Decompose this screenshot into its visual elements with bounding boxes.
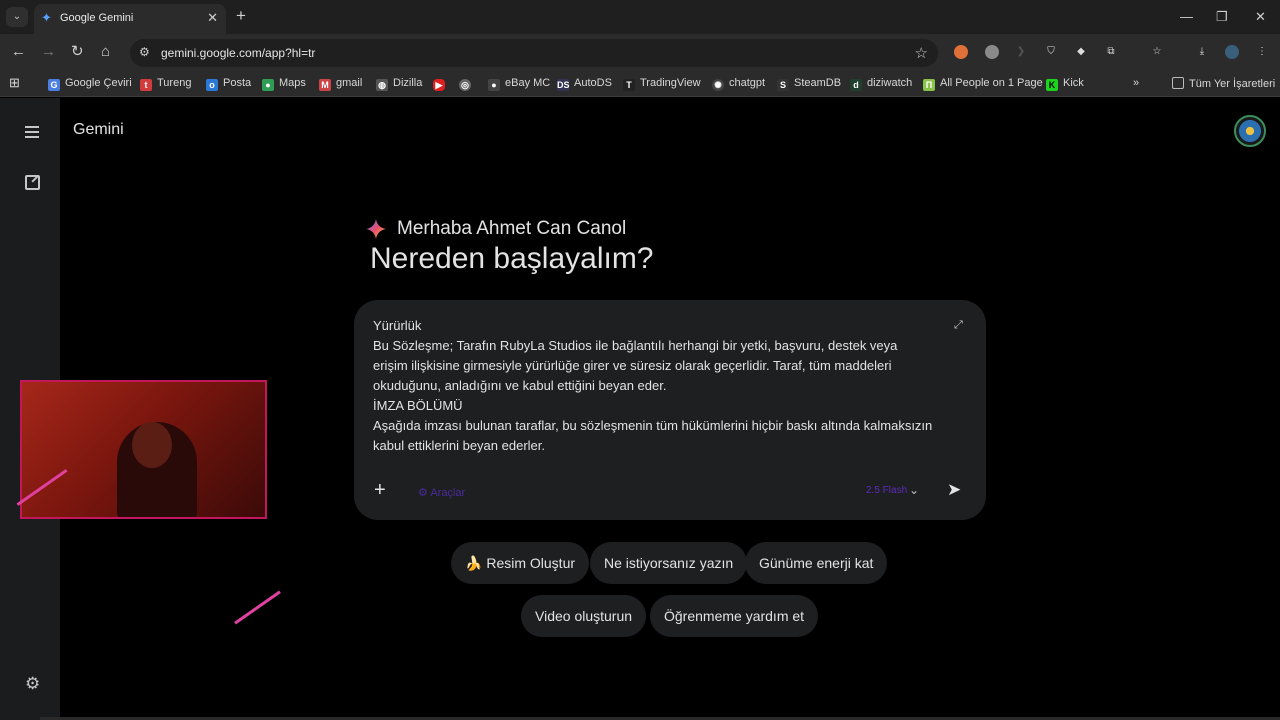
bookmark-item[interactable]: ✺ chatgpt <box>712 77 765 91</box>
suggestion-chip[interactable]: Video oluşturun <box>521 595 647 637</box>
extension-icon[interactable] <box>954 45 968 59</box>
close-tab-icon[interactable]: ✕ <box>207 10 218 26</box>
bookmark-item[interactable]: Π All People on 1 Page <box>923 77 1043 91</box>
puzzle-icon[interactable]: ⧉ <box>1104 45 1118 59</box>
prompt-line: Aşağıda imzası bulunan taraflar, bu sözl… <box>373 418 936 453</box>
home-button[interactable]: ⌂ <box>101 43 110 61</box>
bookmark-item[interactable]: S SteamDB <box>777 77 841 91</box>
more-bookmarks-icon[interactable]: » <box>1133 77 1139 89</box>
prompt-input[interactable]: Yürürlük Bu Sözleşme; Tarafın RubyLa Stu… <box>373 316 933 456</box>
all-bookmarks-folder[interactable]: Tüm Yer İşaretleri <box>1172 77 1275 90</box>
tab-search-button[interactable]: ⌄ <box>6 7 28 27</box>
tab-bar: ⌄ ✦ Google Gemini ✕ + — ❐ ✕ <box>0 0 1280 34</box>
suggestion-chip-image[interactable]: 🍌 Resim Oluştur <box>451 542 590 584</box>
tab-title: Google Gemini <box>60 12 134 24</box>
tools-button[interactable]: ⚙ Araçlar <box>418 486 465 499</box>
prompt-line: Bu Sözleşme; Tarafın RubyLa Studios ile … <box>373 338 902 393</box>
bookmark-icon[interactable]: ◎ <box>459 77 476 91</box>
browser-toolbar: ← → ↻ ⌂ ⚙ gemini.google.com/app?hl=tr ☆ … <box>0 34 1280 71</box>
send-icon[interactable]: ➤ <box>947 480 961 500</box>
profile-icon[interactable] <box>1225 45 1239 59</box>
minimize-window-button[interactable]: — <box>1180 9 1193 24</box>
app-title[interactable]: Gemini <box>73 121 124 139</box>
site-info-icon[interactable]: ⚙ <box>139 45 150 59</box>
bookmark-item[interactable]: K Kick <box>1046 77 1084 91</box>
tab-gemini[interactable]: ✦ Google Gemini ✕ <box>34 4 226 34</box>
bookmark-item[interactable]: d diziwatch <box>850 77 912 91</box>
bookmark-star-icon[interactable]: ☆ <box>915 44 928 62</box>
bookmark-item[interactable]: t Tureng <box>140 77 191 91</box>
download-icon[interactable]: ⤓ <box>1195 45 1209 59</box>
more-menu-icon[interactable]: ⋮ <box>1255 45 1269 59</box>
bookmarks-icon[interactable]: ☆ <box>1150 45 1164 59</box>
extension-arrow-icon[interactable]: ❯ <box>1014 45 1028 59</box>
bookmark-item[interactable]: DS AutoDS <box>557 77 612 91</box>
url-text: gemini.google.com/app?hl=tr <box>161 46 316 60</box>
suggestion-chip[interactable]: Günüme enerji kat <box>745 542 888 584</box>
address-bar[interactable]: ⚙ gemini.google.com/app?hl=tr ☆ <box>130 39 938 67</box>
gemini-sparkle-icon: ✦ <box>41 10 52 25</box>
bookmark-item[interactable]: ● Maps <box>262 77 306 91</box>
bookmark-item[interactable]: T TradingView <box>623 77 701 91</box>
close-window-button[interactable]: ✕ <box>1255 9 1266 25</box>
new-tab-button[interactable]: + <box>236 7 246 25</box>
bookmark-item[interactable]: Mgmail <box>319 77 362 91</box>
greeting: Merhaba Ahmet Can Canol <box>397 218 627 239</box>
reload-button[interactable]: ↻ <box>71 43 84 61</box>
apps-icon[interactable]: ⊞ <box>9 75 20 91</box>
add-attachment-button[interactable]: + <box>374 480 386 500</box>
page-title: Nereden başlayalım? <box>370 242 654 275</box>
avatar[interactable] <box>1234 115 1266 147</box>
suggestion-chip[interactable]: Öğrenmeme yardım et <box>650 595 819 637</box>
forward-button[interactable]: → <box>41 43 56 61</box>
prompt-line: İMZA BÖLÜMÜ <box>373 398 463 413</box>
prompt-line: Yürürlük <box>373 318 422 333</box>
banana-icon: 🍌 <box>465 555 483 571</box>
bookmark-item[interactable]: G Google Çeviri <box>48 77 132 91</box>
extension-icon[interactable]: ◆ <box>1074 45 1088 59</box>
shield-icon[interactable]: ⛉ <box>1044 45 1058 59</box>
menu-icon[interactable] <box>25 126 39 138</box>
extension-icon[interactable] <box>985 45 999 59</box>
suggestion-chip[interactable]: Ne istiyorsanız yazın <box>590 542 748 584</box>
bookmarks-bar: ⊞ G Google Çeviri t Tureng o Posta ● Maps Mg… <box>0 71 1280 97</box>
chevron-down-icon[interactable]: ⌄ <box>909 483 919 497</box>
bookmark-item[interactable]: o Posta <box>206 77 251 91</box>
restore-window-button[interactable]: ❐ <box>1216 9 1228 25</box>
youtube-icon[interactable]: ▶ <box>433 77 450 91</box>
bookmark-item[interactable]: ● eBay MC <box>488 77 550 91</box>
gemini-sparkle-icon <box>366 219 386 239</box>
prompt-box[interactable]: Yürürlük Bu Sözleşme; Tarafın RubyLa Stu… <box>354 300 986 520</box>
expand-icon[interactable]: ⤢ <box>954 320 965 331</box>
person-head <box>132 422 172 468</box>
model-selector[interactable]: 2.5 Flash <box>866 485 907 496</box>
back-button[interactable]: ← <box>11 43 26 61</box>
webcam-overlay <box>20 380 267 519</box>
new-chat-icon[interactable] <box>25 175 40 190</box>
bookmark-item[interactable]: ◍ Dizilla <box>376 77 422 91</box>
settings-gear-icon[interactable]: ⚙ <box>25 675 40 692</box>
